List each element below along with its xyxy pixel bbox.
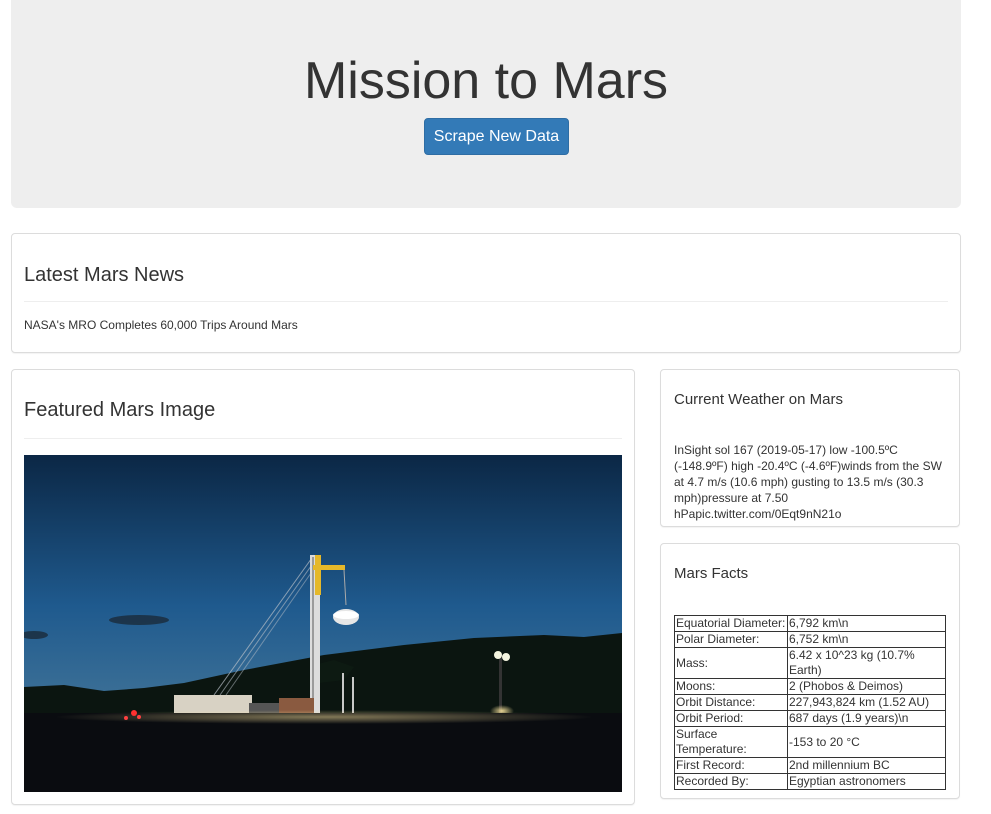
fact-label: Equatorial Diameter: <box>674 615 788 632</box>
table-row: Recorded By: Egyptian astronomers <box>674 773 946 790</box>
fact-label: First Record: <box>674 757 788 774</box>
table-row: Orbit Period: 687 days (1.9 years)\n <box>674 710 946 727</box>
table-row: Mass: 6.42 x 10^23 kg (10.7% Earth) <box>674 647 946 679</box>
fact-value: 6,792 km\n <box>787 615 946 632</box>
fact-label: Recorded By: <box>674 773 788 790</box>
table-row: First Record: 2nd millennium BC <box>674 757 946 774</box>
mars-facts-table: Equatorial Diameter: 6,792 km\n Polar Dia… <box>674 615 946 790</box>
fact-value: 2 (Phobos & Deimos) <box>787 678 946 695</box>
news-divider <box>24 301 948 302</box>
featured-image-heading: Featured Mars Image <box>24 399 216 421</box>
weather-heading: Current Weather on Mars <box>674 391 843 408</box>
table-row: Equatorial Diameter: 6,792 km\n <box>674 615 946 632</box>
news-headline: NASA's MRO Completes 60,000 Trips Around… <box>24 318 298 332</box>
fact-label: Mass: <box>674 647 788 679</box>
featured-divider <box>24 438 622 439</box>
fact-label: Surface Temperature: <box>674 726 788 758</box>
weather-panel: Current Weather on Mars InSight sol 167 … <box>660 369 960 527</box>
table-row: Polar Diameter: 6,752 km\n <box>674 631 946 648</box>
fact-value: -153 to 20 °C <box>787 726 946 758</box>
drilling-rig-photo <box>24 455 622 792</box>
page-title: Mission to Mars <box>303 52 669 110</box>
table-row: Orbit Distance: 227,943,824 km (1.52 AU) <box>674 694 946 711</box>
scrape-new-data-button[interactable]: Scrape New Data <box>424 118 569 155</box>
news-heading: Latest Mars News <box>24 264 185 286</box>
table-row: Moons: 2 (Phobos & Deimos) <box>674 678 946 695</box>
fact-label: Polar Diameter: <box>674 631 788 648</box>
featured-image <box>24 455 622 792</box>
fact-label: Orbit Distance: <box>674 694 788 711</box>
weather-text: InSight sol 167 (2019-05-17) low -100.5º… <box>674 443 942 521</box>
fact-value: Egyptian astronomers <box>787 773 946 790</box>
fact-value: 227,943,824 km (1.52 AU) <box>787 694 946 711</box>
fact-label: Moons: <box>674 678 788 695</box>
featured-image-panel: Featured Mars Image <box>11 369 635 805</box>
facts-panel: Mars Facts Equatorial Diameter: 6,792 km\… <box>660 543 960 799</box>
header-jumbotron: Mission to Mars Scrape New Data <box>11 0 961 208</box>
news-panel: Latest Mars News NASA's MRO Completes 60… <box>11 233 961 353</box>
fact-label: Orbit Period: <box>674 710 788 727</box>
fact-value: 2nd millennium BC <box>787 757 946 774</box>
fact-value: 6,752 km\n <box>787 631 946 648</box>
fact-value: 6.42 x 10^23 kg (10.7% Earth) <box>787 647 946 679</box>
facts-heading: Mars Facts <box>674 565 749 582</box>
table-row: Surface Temperature: -153 to 20 °C <box>674 726 946 758</box>
fact-value: 687 days (1.9 years)\n <box>787 710 946 727</box>
